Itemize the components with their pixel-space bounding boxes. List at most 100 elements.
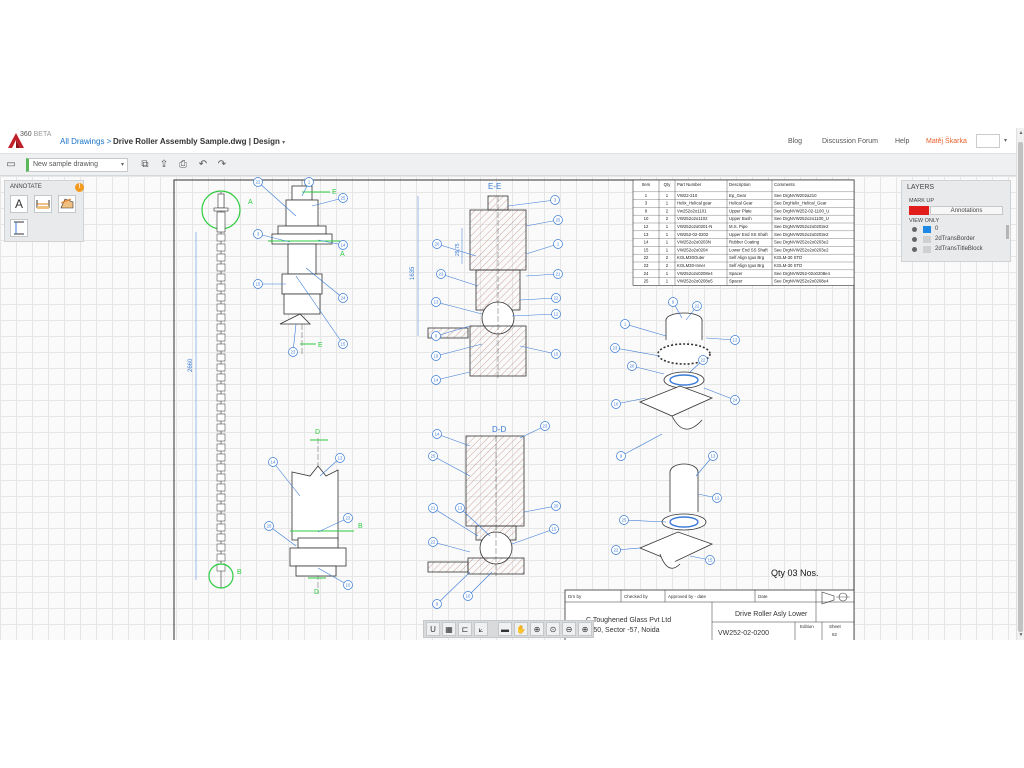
section-dd-view: D-D [427,425,525,576]
shaft-segment [216,503,226,512]
zoom-out-icon[interactable]: ⊖ [562,622,576,636]
shaft-segment [216,563,226,572]
visibility-icon[interactable] [912,227,917,232]
shaft-segment [216,243,226,252]
item-balloon-number: 15 [708,558,713,563]
item-balloon-number: 23 [543,424,548,429]
page-scrollbar[interactable]: ▲ ▼ [1016,128,1024,640]
zoom-extents-icon[interactable]: ⊕ [530,622,544,636]
item-balloon-number: 22 [695,304,700,309]
nav-discussion-forum[interactable]: Discussion Forum [822,138,878,145]
leader-line [624,323,667,337]
tb-date: Date [758,594,768,599]
visibility-icon[interactable] [912,237,917,242]
item-balloon-number: 22 [614,548,619,553]
print-icon[interactable]: ⎙ [176,158,190,172]
pan-icon[interactable]: ✋ [514,622,528,636]
bom-cell: See DrgNVW252o2o0203e2 [774,240,829,245]
dim-2660: 2660 [188,358,194,372]
item-balloon-number: 25 [341,196,346,201]
text-tool-button[interactable]: A [10,195,28,213]
linear-dimension-icon [36,200,50,209]
user-name[interactable]: Matěj Škarka [926,138,967,145]
zoom-in-icon[interactable]: ⊕ [578,622,592,636]
markup-color-swatch[interactable] [909,206,929,215]
shaft-segment [216,333,226,342]
undo-icon[interactable]: ↶ [196,158,210,172]
bom-table: Item Qty Part Number Description Comments1 1 V… [632,179,855,286]
vertical-dimension-button[interactable] [10,219,28,237]
layer-row-2dtransborder[interactable]: 2dTransBorder [909,235,1005,244]
view-only-label: VIEW ONLY [909,218,940,224]
document-title-menu[interactable]: Drive Roller Assembly Sample.dwg | Desig… [113,137,285,146]
user-menu-button[interactable]: ▾ [976,134,1007,148]
item-balloon-number: 22 [256,180,261,185]
shaft-segment [216,473,226,482]
copy-icon[interactable]: ⧉ [138,158,152,172]
redo-icon[interactable]: ↷ [215,158,229,172]
leader-line [257,181,297,217]
bom-cell: Self Align Igus Brg [729,255,765,260]
shaft-segment [216,343,226,352]
item-balloon-number: 10 [346,583,351,588]
layers-title: LAYERS [907,184,935,191]
section-e-marker-top: E [332,189,337,196]
item-balloon-number: 23 [613,346,618,351]
title-block: Drn by Checked by Approved by - date Dat… [564,589,855,640]
bom-cell: 22 [644,255,649,260]
leader-line [525,219,559,227]
shaft-segment [216,453,226,462]
nav-blog[interactable]: Blog [788,138,802,145]
aligned-dimension-button[interactable] [58,195,76,213]
item-balloon-number: 19 [434,354,439,359]
chevron-down-icon: ▾ [1003,138,1007,144]
bom-cell: VW252o2o1102 [677,216,708,221]
scroll-up-icon[interactable]: ▲ [1018,130,1024,136]
bom-cell: See DrgNVW252o2o0208e4 [774,279,829,284]
layers-scrollbar[interactable] [1006,225,1009,239]
markup-layer-name[interactable]: Annotations [930,206,1003,215]
sheet-select[interactable]: New sample drawing ▾ [26,158,128,172]
item-balloon-number: 15 [341,342,346,347]
linear-dimension-button[interactable] [34,195,52,213]
layer-row-0[interactable]: 0 [909,225,1005,234]
scroll-down-icon[interactable]: ▼ [1018,632,1024,638]
item-balloon-number: 22 [431,540,436,545]
shaft-segment [216,313,226,322]
leader-line [523,505,557,513]
shaft-segment [216,383,226,392]
bom-cell: KGLM-30 STD [774,263,802,268]
bom-cell: 15 [644,247,649,252]
bom-cell: VW252o2o0208e5 [677,279,713,284]
bom-cell: See DrgNVW252-02-1100_U [774,208,829,213]
scrollbar-thumb[interactable] [1018,142,1023,632]
zoom-window-icon[interactable]: ⊙ [546,622,560,636]
tb-drn-by: Drn by [568,594,582,599]
upload-icon[interactable]: ⇪ [157,158,171,172]
leader-line [620,433,663,457]
polar-icon[interactable]: ⟀ [474,622,488,636]
grid-icon[interactable]: ▦ [442,622,456,636]
units-icon[interactable]: U [426,622,440,636]
item-balloon-number: 20 [630,364,635,369]
shaft-segment [216,433,226,442]
breadcrumb-all-drawings[interactable]: All Drawings > [60,137,111,146]
long-shaft-view: A B 2660 [188,190,253,589]
warning-icon[interactable]: ! [75,183,84,192]
shaft-segment [216,323,226,332]
bom-cell: VW252o2o0201-N [677,224,712,229]
shaft-segment [216,273,226,282]
drive-icon[interactable]: ▭ [4,158,18,172]
shaft-segment [216,533,226,542]
layout-icon[interactable]: ▬ [498,622,512,636]
drawing-canvas[interactable]: A B 2660 A E E D B D E-E 1635 29,75 D-D … [0,176,1016,640]
item-balloon-number: 20 [554,504,559,509]
nav-help[interactable]: Help [895,138,909,145]
layer-row-2dtranstitleblock[interactable]: 2dTransTitleBlock [909,245,1005,254]
bom-cell: See DrgNVW202a210 [774,193,817,198]
visibility-icon[interactable] [912,247,917,252]
item-balloon-number: 24 [733,398,738,403]
leader-line [614,347,661,357]
layers-panel: LAYERS MARK UP Annotations VIEW ONLY 0 2… [901,180,1011,262]
ortho-icon[interactable]: ⊏ [458,622,472,636]
